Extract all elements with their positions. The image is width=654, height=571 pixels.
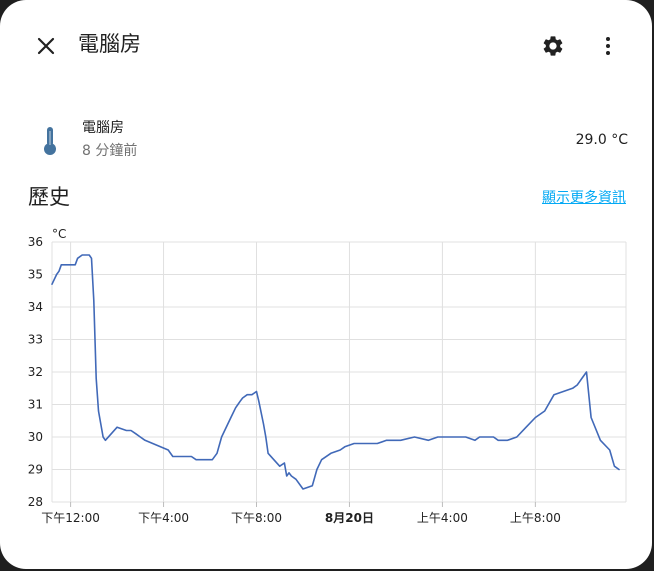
y-tick-label: 35 <box>28 268 43 282</box>
x-tick-label: 下午12:00 <box>41 511 100 525</box>
dialog-title: 電腦房 <box>78 32 141 56</box>
close-icon <box>37 37 55 55</box>
chart-axes: 28 29 30 31 32 33 34 35 36 下午12:00 下午4:00 下午8:00 8月2… <box>28 235 561 525</box>
more-info-dialog: 電腦房 電腦房 8 分鐘前 29.0 °C 歷史 顯示更多資訊 28 29 30 31… <box>0 0 652 569</box>
y-tick-label: 30 <box>28 430 43 444</box>
y-tick-label: 34 <box>28 300 43 314</box>
y-tick-label: 28 <box>28 495 43 509</box>
x-tick-label: 上午8:00 <box>510 511 561 525</box>
more-options-button[interactable] <box>590 28 626 64</box>
history-title: 歷史 <box>28 185 70 209</box>
y-tick-label: 33 <box>28 333 43 347</box>
y-tick-label: 32 <box>28 365 43 379</box>
x-tick-label: 下午4:00 <box>138 511 189 525</box>
history-chart[interactable]: 28 29 30 31 32 33 34 35 36 下午12:00 下午4:00 下午8:00 8月2… <box>0 220 652 530</box>
entity-last-changed: 8 分鐘前 <box>82 143 138 159</box>
x-tick-label: 8月20日 <box>325 511 374 525</box>
y-tick-label: 29 <box>28 463 43 477</box>
settings-button[interactable] <box>535 28 571 64</box>
y-tick-label: 31 <box>28 398 43 412</box>
entity-row[interactable]: 電腦房 8 分鐘前 29.0 °C <box>28 114 628 164</box>
entity-state-value: 29.0 °C <box>575 132 628 148</box>
y-tick-label: 36 <box>28 235 43 249</box>
x-tick-label: 下午8:00 <box>231 511 282 525</box>
show-more-link[interactable]: 顯示更多資訊 <box>542 188 626 208</box>
chart-grid <box>51 241 627 507</box>
close-button[interactable] <box>28 28 64 64</box>
x-tick-label: 上午4:00 <box>417 511 468 525</box>
gear-icon <box>543 36 563 56</box>
dialog-header: 電腦房 <box>0 0 652 92</box>
more-vertical-icon <box>606 37 610 55</box>
entity-name: 電腦房 <box>82 120 124 136</box>
y-axis-unit-label: °C <box>52 227 66 241</box>
thermometer-icon <box>44 127 56 155</box>
